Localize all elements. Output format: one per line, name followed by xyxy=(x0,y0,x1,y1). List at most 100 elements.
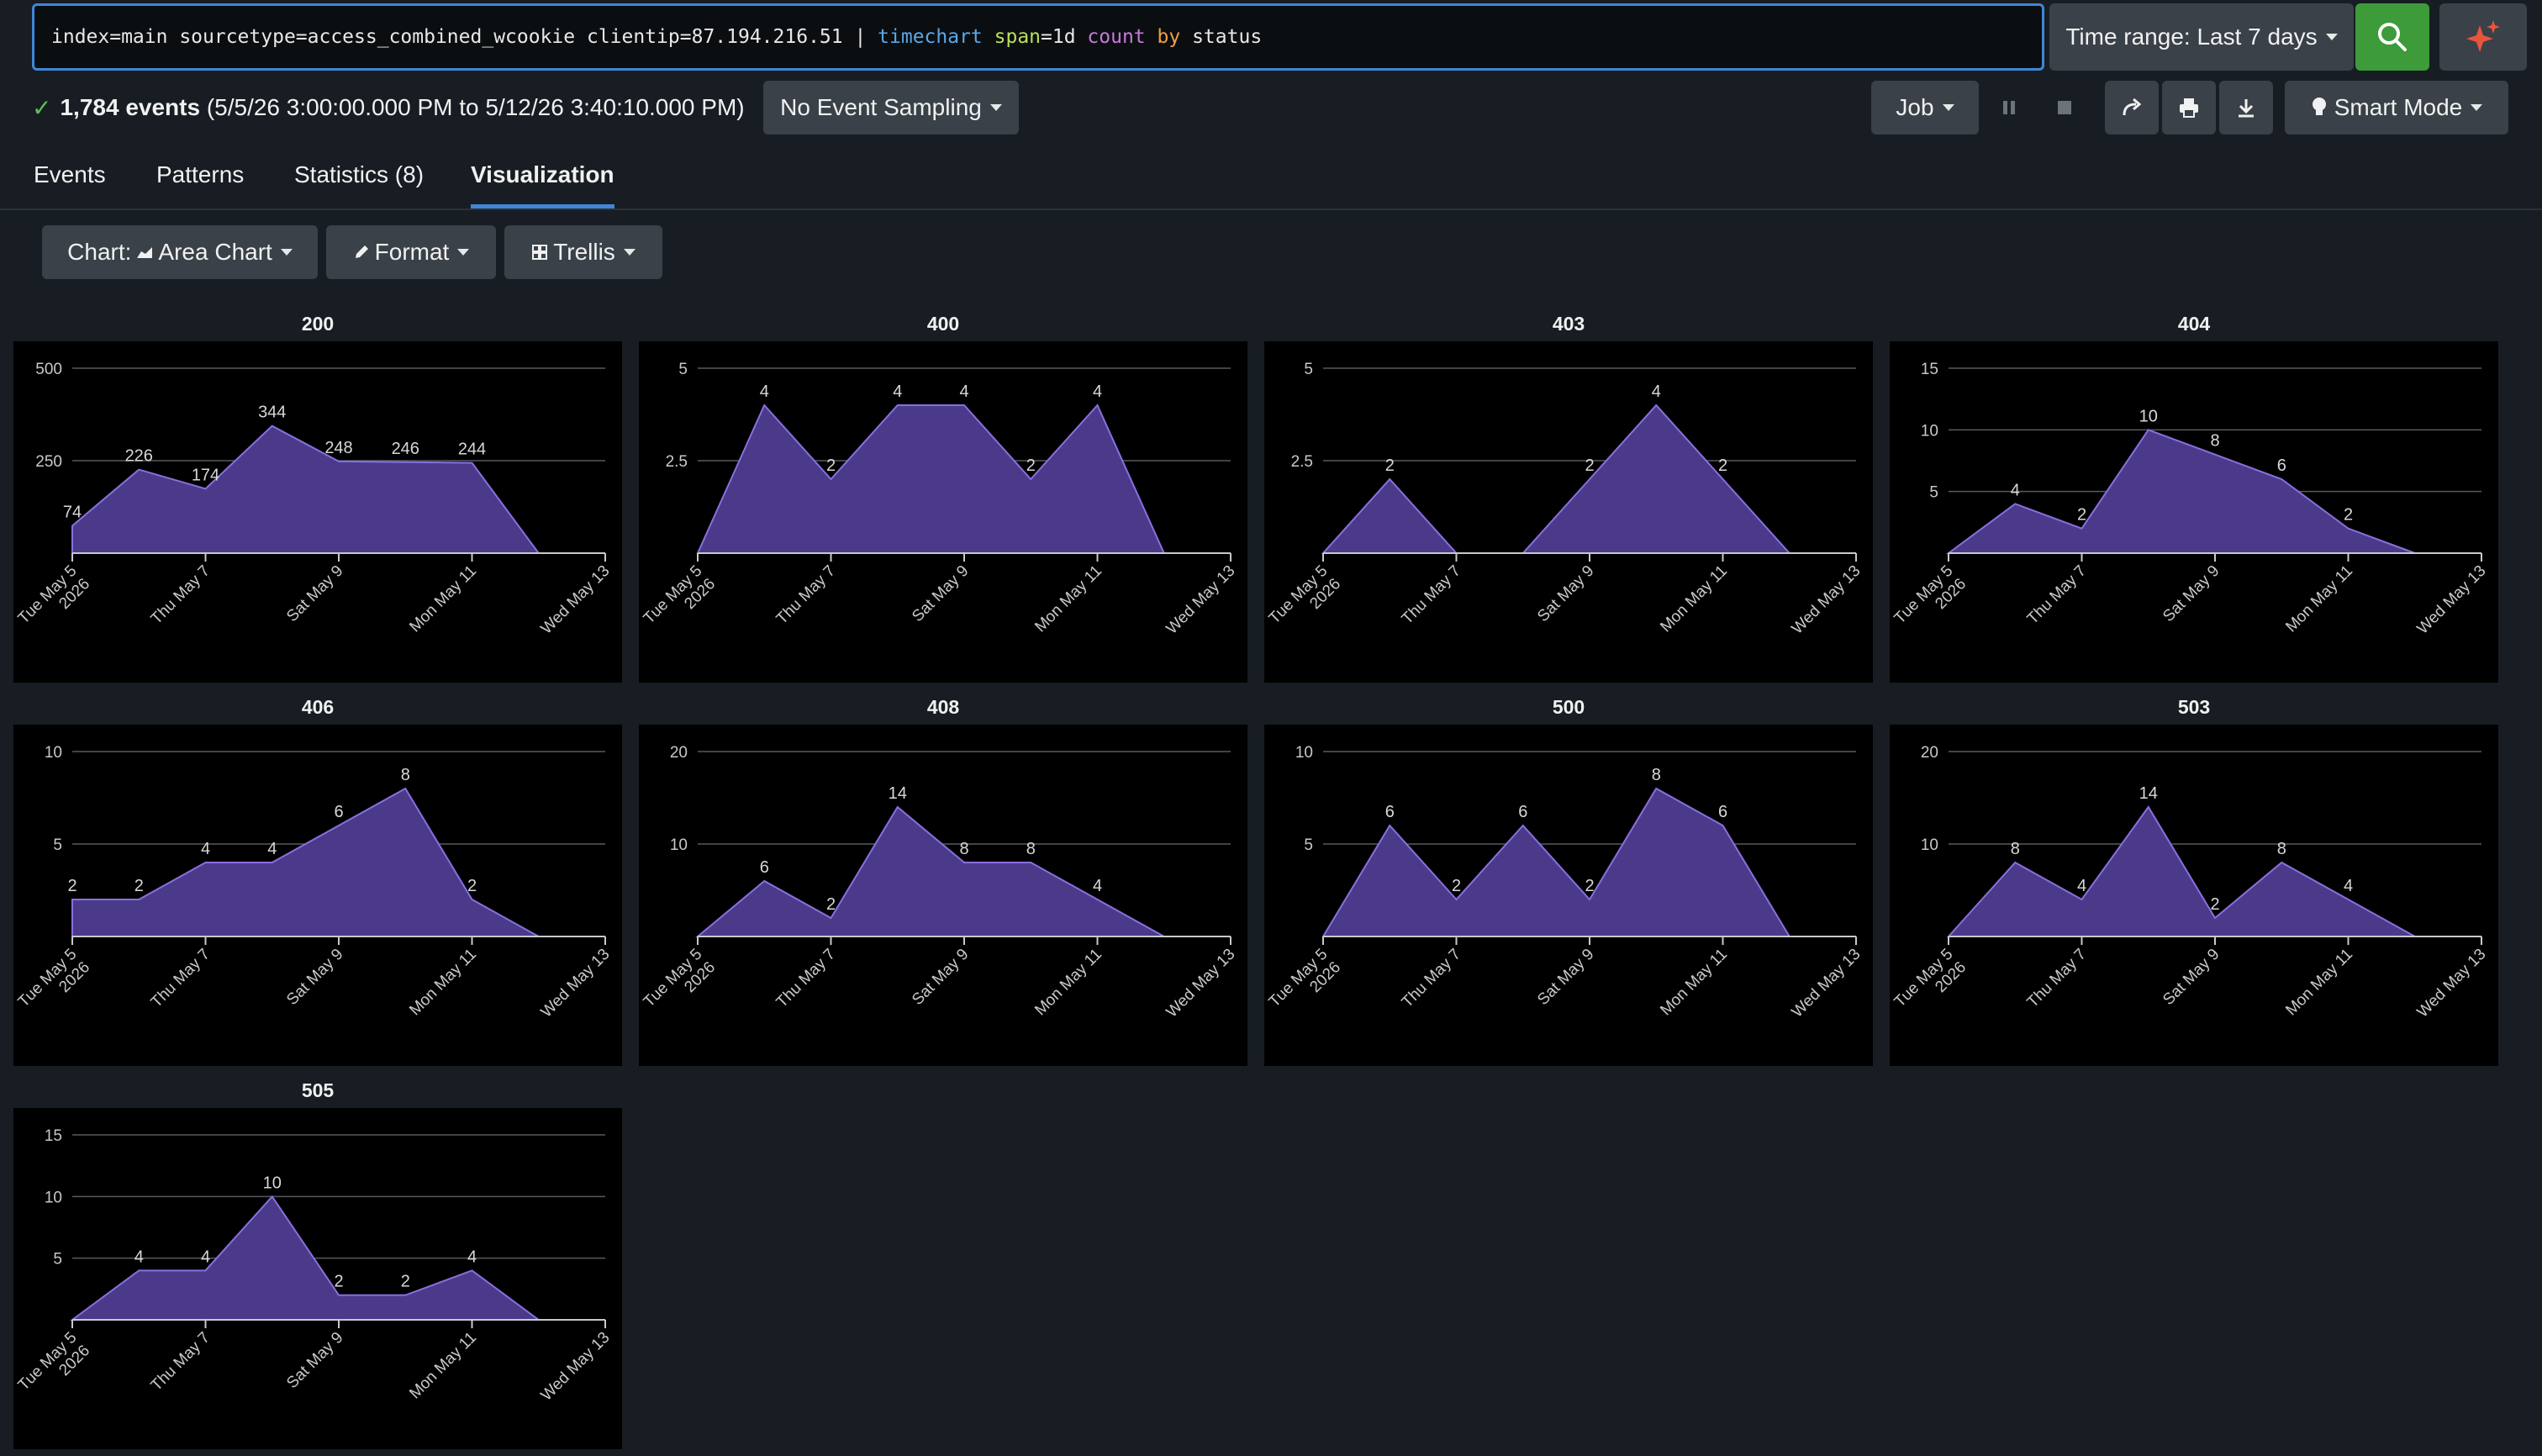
data-label: 4 xyxy=(959,382,968,401)
data-label: 2 xyxy=(401,1273,410,1291)
x-tick-label: Wed May 13 xyxy=(1163,562,1239,638)
data-label: 14 xyxy=(2139,784,2158,803)
stop-button[interactable] xyxy=(2041,81,2088,135)
time-range-picker[interactable]: Time range: Last 7 days xyxy=(2049,3,2354,71)
data-label: 2 xyxy=(467,877,477,895)
x-tick-label: Tue May 52026 xyxy=(1891,562,1970,641)
stop-icon xyxy=(2058,101,2071,114)
x-tick-label: Mon May 11 xyxy=(2282,946,2356,1020)
x-tick-label: Sat May 9 xyxy=(909,946,972,1009)
y-tick-label: 5 xyxy=(1929,484,1938,502)
tab-statistics[interactable]: Statistics (8) xyxy=(294,161,424,208)
data-label: 4 xyxy=(267,840,277,858)
event-range: (5/5/26 3:00:00.000 PM to 5/12/26 3:40:1… xyxy=(200,94,745,120)
data-label: 8 xyxy=(2011,840,2020,858)
chart-type-dropdown[interactable]: Chart: Area Chart xyxy=(42,225,318,279)
pause-button[interactable] xyxy=(1986,81,2033,135)
trellis-panel: 5 10 Tue May 52026 Thu May 7 Sat May 9 Mon Ma… xyxy=(1264,725,1873,1066)
format-label: Format xyxy=(374,239,450,265)
data-label: 8 xyxy=(1026,840,1036,858)
trellis-panel-title: 503 xyxy=(2177,696,2211,718)
trellis-panel: 10 20 Tue May 52026 Thu May 7 Sat May 9 Mon M… xyxy=(639,725,1247,1066)
trellis-panel: 5 10 15 Tue May 52026 Thu May 7 Sat May 9 Mon … xyxy=(13,1108,622,1449)
x-tick-label: Mon May 11 xyxy=(1657,562,1731,636)
x-tick-label: Thu May 7 xyxy=(148,946,214,1011)
print-button[interactable] xyxy=(2162,81,2216,135)
ai-assistant-button[interactable] xyxy=(2439,3,2527,71)
x-tick-label: Sat May 9 xyxy=(909,562,972,625)
search-icon xyxy=(2378,23,2407,51)
x-tick-label: Mon May 11 xyxy=(1031,946,1105,1020)
tab-patterns[interactable]: Patterns xyxy=(156,161,244,208)
area-chart[interactable]: 5 10 15 Tue May 52026 Thu May 7 Sat May 9 Mon … xyxy=(1890,341,2498,683)
chart-type-label: Area Chart xyxy=(158,239,272,265)
area-chart[interactable]: 5 10 Tue May 52026 Thu May 7 Sat May 9 Mon Ma… xyxy=(1264,725,1873,1066)
area-series[interactable] xyxy=(1946,805,2418,937)
format-dropdown[interactable]: Format xyxy=(326,225,496,279)
area-chart[interactable]: 2.5 5 Tue May 52026 Thu May 7 Sat May 9 Mon M… xyxy=(639,341,1247,683)
area-series[interactable] xyxy=(1321,404,1791,554)
area-series[interactable] xyxy=(696,404,1166,554)
y-tick-label: 15 xyxy=(45,1127,62,1145)
trellis-panel-title: 200 xyxy=(301,313,335,335)
data-label: 2 xyxy=(826,895,836,914)
job-menu-button[interactable]: Job xyxy=(1871,81,1979,135)
y-tick-label: 10 xyxy=(670,836,688,854)
tab-events[interactable]: Events xyxy=(34,161,106,208)
query-token xyxy=(1146,26,1158,48)
data-label: 6 xyxy=(334,803,343,821)
y-tick-label: 5 xyxy=(53,1251,62,1269)
y-tick-label: 2.5 xyxy=(1291,453,1313,471)
tab-visualization[interactable]: Visualization xyxy=(471,161,614,208)
trellis-panel-title: 408 xyxy=(926,696,960,718)
search-input[interactable]: index=main sourcetype=access_combined_wc… xyxy=(32,3,2044,71)
data-label: 2 xyxy=(2344,506,2353,525)
area-chart[interactable]: 10 20 Tue May 52026 Thu May 7 Sat May 9 Mon M… xyxy=(639,725,1247,1066)
trellis-panel: 5 10 15 Tue May 52026 Thu May 7 Sat May 9 Mon … xyxy=(1890,341,2498,683)
x-tick-label: Thu May 7 xyxy=(773,946,839,1011)
chevron-down-icon xyxy=(2325,34,2338,40)
data-label: 344 xyxy=(258,404,286,422)
area-series[interactable] xyxy=(71,787,542,937)
data-label: 246 xyxy=(392,440,419,458)
x-tick-label: Thu May 7 xyxy=(1399,946,1464,1011)
x-tick-label: Tue May 52026 xyxy=(1266,562,1344,641)
x-tick-label: Mon May 11 xyxy=(1657,946,1731,1020)
data-label: 74 xyxy=(63,503,82,521)
data-label: 8 xyxy=(959,840,968,858)
x-tick-label: Wed May 13 xyxy=(2414,562,2490,638)
x-tick-label: Tue May 52026 xyxy=(641,562,719,641)
trellis-dropdown[interactable]: Trellis xyxy=(504,225,662,279)
x-tick-label: Thu May 7 xyxy=(2024,946,2090,1011)
x-tick-label: Thu May 7 xyxy=(1399,562,1464,628)
x-tick-label: Mon May 11 xyxy=(2282,562,2356,636)
area-chart[interactable]: 10 20 Tue May 52026 Thu May 7 Sat May 9 Mon M… xyxy=(1890,725,2498,1066)
check-icon: ✓ xyxy=(32,94,52,121)
area-chart[interactable]: 5 10 15 Tue May 52026 Thu May 7 Sat May 9 Mon … xyxy=(13,1108,622,1449)
query-token: =1d xyxy=(1041,26,1088,48)
share-button[interactable] xyxy=(2105,81,2159,135)
trellis-panel: 2.5 5 Tue May 52026 Thu May 7 Sat May 9 Mon M… xyxy=(639,341,1247,683)
export-button[interactable] xyxy=(2219,81,2273,135)
search-button[interactable] xyxy=(2355,3,2429,71)
x-tick-label: Mon May 11 xyxy=(406,946,480,1020)
x-tick-label: Thu May 7 xyxy=(148,1329,214,1395)
event-status: ✓ 1,784 events (5/5/26 3:00:00.000 PM to … xyxy=(32,89,745,126)
x-tick-label: Tue May 52026 xyxy=(15,562,93,641)
x-tick-label: Sat May 9 xyxy=(1534,562,1597,625)
area-chart[interactable]: 5 10 Tue May 52026 Thu May 7 Sat May 9 Mon Ma… xyxy=(13,725,622,1066)
data-label: 244 xyxy=(458,440,486,459)
area-chart[interactable]: 2.5 5 Tue May 52026 Thu May 7 Sat May 9 Mon M… xyxy=(1264,341,1873,683)
trellis-panel-title: 406 xyxy=(301,696,335,718)
search-mode-dropdown[interactable]: Smart Mode xyxy=(2285,81,2508,135)
data-label: 2 xyxy=(1385,456,1395,475)
x-tick-label: Tue May 52026 xyxy=(1266,946,1344,1024)
printer-icon xyxy=(2180,98,2198,118)
area-chart[interactable]: 250 500 Tue May 52026 Thu May 7 Sat May 9 Mon… xyxy=(13,341,622,683)
query-token: count xyxy=(1087,26,1146,48)
event-sampling-dropdown[interactable]: No Event Sampling xyxy=(763,81,1019,135)
trellis-label: Trellis xyxy=(553,239,615,265)
search-mode-label: Smart Mode xyxy=(2334,94,2463,120)
data-label: 2 xyxy=(334,1273,343,1291)
data-label: 6 xyxy=(1518,803,1527,821)
